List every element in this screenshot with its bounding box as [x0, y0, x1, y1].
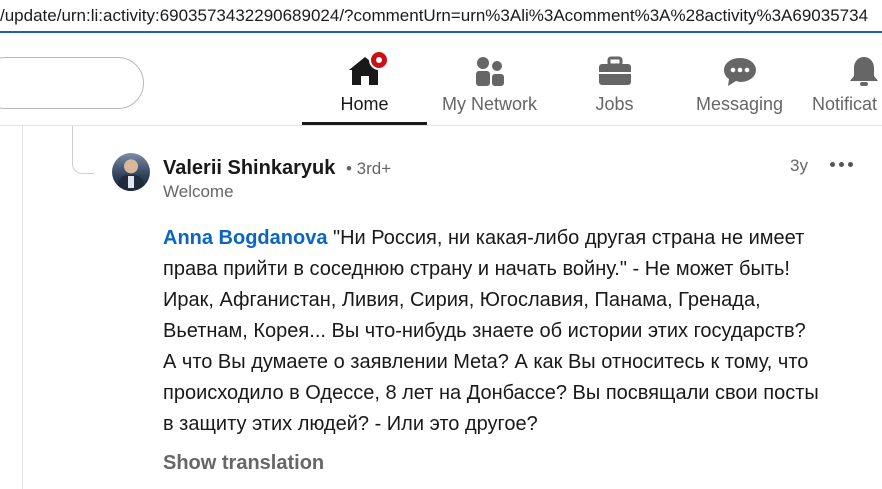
messaging-icon: [722, 55, 758, 87]
comment-line: Ирак, Афганистан, Ливия, Сирия, Югослави…: [163, 289, 761, 311]
feed-card-border: [22, 126, 23, 489]
comment-line: права прийти в соседнюю страну и начать …: [163, 258, 790, 280]
show-translation-button[interactable]: Show translation: [163, 452, 324, 475]
nav-item-my-network[interactable]: My Network: [427, 33, 552, 125]
more-dot-icon: [838, 161, 844, 167]
comment-line: Вьетнам, Корея... Вы что-нибудь знаете о…: [163, 320, 806, 342]
home-icon: [347, 50, 389, 87]
avatar-shirt: [128, 176, 134, 188]
nav-label-jobs: Jobs: [595, 94, 634, 114]
comment-line: происходило в Одессе, 8 лет на Донбассе?…: [163, 382, 819, 404]
connection-degree: • 3rd+: [346, 159, 392, 178]
more-dot-icon: [829, 161, 835, 167]
comment-text: Anna Bogdanova "Ни Россия, ни какая-либо…: [163, 223, 868, 440]
nav-label-home: Home: [340, 94, 389, 114]
comment-line: Anna Bogdanova "Ни Россия, ни какая-либо…: [163, 223, 868, 254]
avatar[interactable]: [112, 153, 150, 191]
address-bar[interactable]: /update/urn:li:activity:6903573432290689…: [0, 0, 882, 33]
more-options-button[interactable]: [824, 150, 858, 178]
nav-item-home[interactable]: Home: [302, 33, 427, 125]
comment-line: в защиту этих людей? - Или это другое?: [163, 413, 538, 435]
author-headline: Welcome: [163, 182, 234, 201]
nav-item-jobs[interactable]: Jobs: [552, 33, 677, 125]
notification-badge: [368, 50, 389, 70]
nav-label-my-network: My Network: [441, 94, 537, 114]
top-navigation: Home My Network Jobs Messaging Notificat: [0, 33, 882, 126]
nav-label-notifications: Notificat: [812, 94, 878, 114]
nav-label-messaging: Messaging: [695, 94, 784, 114]
thread-connector: [72, 126, 94, 174]
nav-item-messaging[interactable]: Messaging: [677, 33, 802, 125]
comment-line-text: "Ни Россия, ни какая-либо другая страна …: [327, 227, 805, 249]
briefcase-icon: [597, 55, 633, 87]
comment-author-name[interactable]: Valerii Shinkaryuk: [163, 157, 335, 180]
url-text[interactable]: /update/urn:li:activity:6903573432290689…: [0, 6, 868, 26]
mention-link[interactable]: Anna Bogdanova: [163, 227, 327, 249]
more-dot-icon: [847, 161, 853, 167]
network-icon: [472, 55, 508, 87]
search-input[interactable]: [0, 57, 144, 109]
nav-item-notifications[interactable]: Notificat: [802, 33, 882, 125]
bell-icon: [846, 55, 882, 87]
comment-timestamp: 3y: [790, 156, 808, 175]
comment-line: А что Вы думаете о заявлении Meta? А как…: [163, 351, 809, 373]
